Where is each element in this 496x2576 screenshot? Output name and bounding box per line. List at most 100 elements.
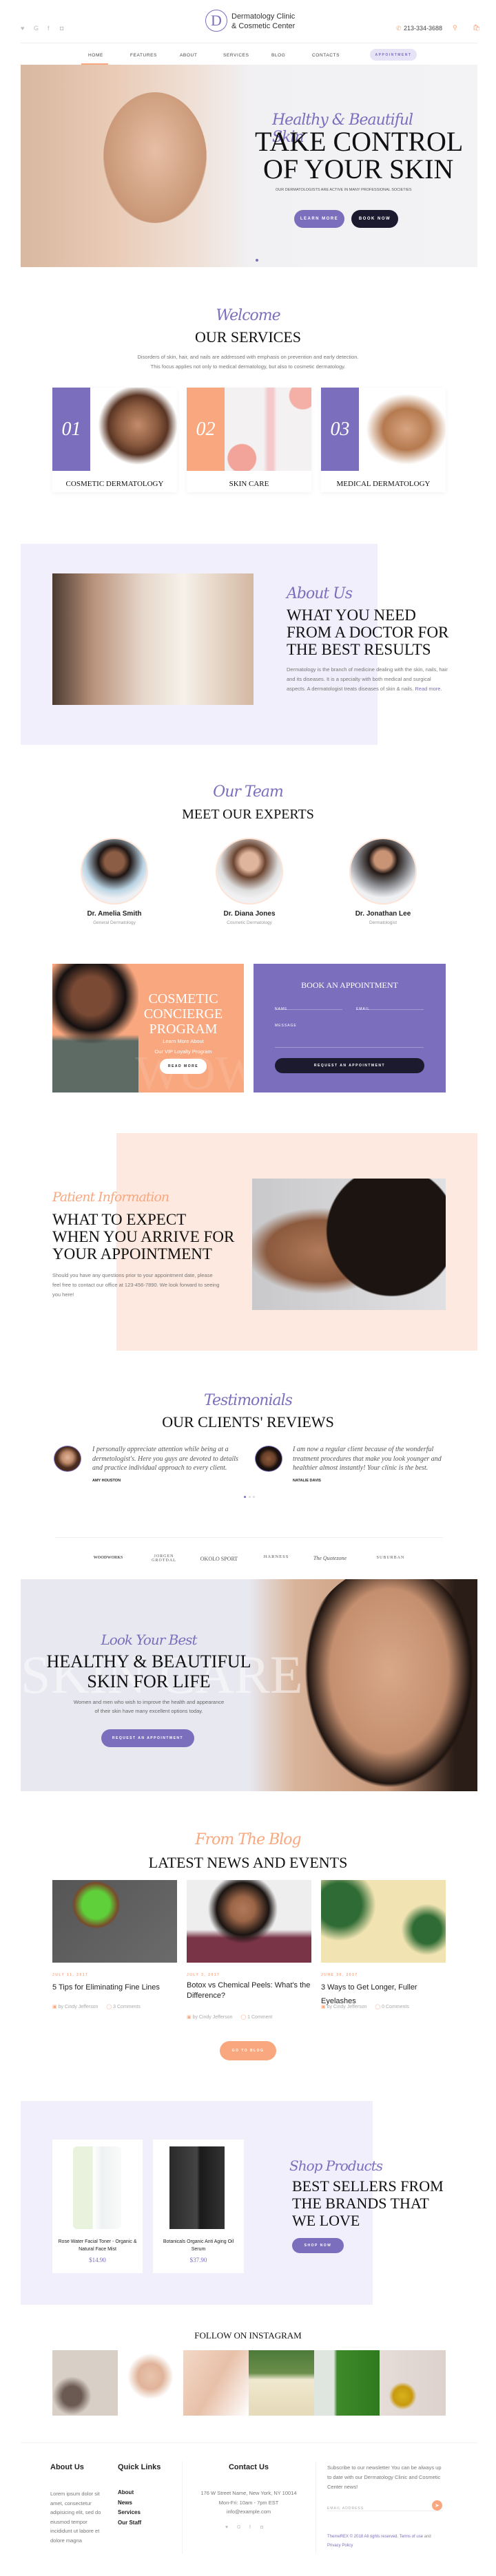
facebook-icon[interactable]: f [249,2525,251,2530]
service-image-medical [359,388,446,471]
team-script: Our Team [213,783,284,801]
blog-image[interactable] [52,1880,177,1963]
slider-dot[interactable] [256,259,258,262]
service-title: MEDICAL DERMATOLOGY [336,480,431,488]
product-card[interactable]: Rose Water Facial Toner - Organic & Natu… [52,2140,143,2273]
post-title[interactable]: Botox vs Chemical Peels: What's the Diff… [187,1981,311,2001]
services-desc-1: Disorders of skin, hair, and nails are a… [137,354,359,360]
brand-logo[interactable]: HARNESS [252,1554,300,1559]
post-meta: ▣ by Cindy Jefferson ◯ 3 Comments [52,2003,141,2012]
nav-home[interactable]: HOME [88,53,103,58]
post-author[interactable]: by Cindy Jefferson [59,2005,99,2009]
service-number: 01 [52,388,90,471]
instagram-photo[interactable] [314,2350,380,2416]
facebook-icon[interactable]: f [48,25,50,32]
message-field[interactable]: MESSAGE [275,1017,424,1048]
banner-title-2: SKIN FOR LIFE [87,1671,211,1691]
product-card[interactable]: Botanicals Organic Anti Aging Oil Serum … [153,2140,244,2273]
promo-title-1: COSMETIC [148,991,218,1006]
google-icon[interactable]: G [34,25,39,32]
post-comments[interactable]: 1 Comment [247,2015,272,2020]
instagram-photo[interactable] [118,2350,183,2416]
testimonial-dot-active[interactable] [244,1496,246,1498]
cart-icon[interactable]: 🛍 [473,24,480,32]
instagram-icon[interactable]: ◘ [260,2525,263,2530]
member-role: Cosmetic Dermatology [227,920,272,925]
phone-icon: ✆ [396,25,402,32]
post-author[interactable]: by Cindy Jefferson [193,2015,233,2020]
instagram-photo[interactable] [249,2350,314,2416]
footer-link-staff[interactable]: Our Staff [118,2518,141,2529]
newsletter-email-input[interactable]: EMAIL ADDRESS [327,2500,443,2511]
brand-logo[interactable]: WOODWORKS [81,1556,136,1560]
footer-links: About News Services Our Staff [118,2488,141,2528]
twitter-icon[interactable]: ♥ [225,2525,228,2530]
blog-image[interactable] [321,1880,446,1963]
learn-more-button[interactable]: LEARN MORE [294,210,344,228]
nav-services[interactable]: SERVICES [223,53,249,58]
twitter-icon[interactable]: ♥ [21,25,24,32]
member-name: Dr. Amelia Smith [87,910,142,918]
appointment-button[interactable]: APPOINTMENT [370,49,417,61]
search-icon[interactable]: ⚲ [453,24,457,32]
privacy-link[interactable]: Privacy Policy [327,2542,444,2551]
hero-subtitle: OUR DERMATOLOGISTS ARE ACTIVE IN MANY PR… [276,188,412,192]
phone-number[interactable]: 213-334-3688 [404,25,442,32]
google-icon[interactable]: G [237,2525,240,2530]
reviewer-name: NATALIE DAVIS [293,1479,321,1483]
banner-request-button[interactable]: REQUEST AN APPOINTMENT [101,1729,194,1747]
book-now-button[interactable]: BOOK NOW [351,210,398,228]
nav-features[interactable]: FEATURES [130,53,157,58]
brand-logo[interactable]: JORGEN GROTDAL [143,1554,185,1563]
comment-icon: ◯ [240,2015,248,2020]
service-card[interactable]: 03 MEDICAL DERMATOLOGY [321,388,446,492]
instagram-icon[interactable]: ◘ [60,25,63,32]
about-title-1: WHAT YOU NEED [287,606,416,624]
shop-title-3: WE LOVE [292,2212,360,2229]
footer-link-services[interactable]: Services [118,2508,141,2518]
author-icon: ▣ [321,2005,327,2009]
brand-logo[interactable]: OKOLO SPORT [192,1556,247,1562]
instagram-photo[interactable] [52,2350,118,2416]
read-more-link[interactable]: Read more. [415,686,442,692]
hero-title-line2: OF YOUR SKIN [263,154,454,184]
email-placeholder: EMAIL ADDRESS [327,2506,364,2511]
post-comments[interactable]: 3 Comments [113,2005,141,2009]
send-icon: ➤ [435,2502,440,2509]
request-appointment-button[interactable]: REQUEST AN APPOINTMENT [275,1058,424,1073]
go-to-blog-button[interactable]: GO TO BLOG [220,2041,276,2060]
about-title-3: THE BEST RESULTS [287,641,431,658]
service-card[interactable]: 01 COSMETIC DERMATOLOGY [52,388,177,492]
post-comments[interactable]: 0 Comments [382,2005,409,2009]
read-more-button[interactable]: READ MORE [160,1059,207,1074]
nav-about[interactable]: ABOUT [180,53,197,58]
shop-now-button[interactable]: SHOP NOW [292,2238,344,2253]
services-title: OUR SERVICES [194,328,302,346]
about-title-2: FROM A DOCTOR FOR [287,624,449,641]
promo-sub-2: Our VIP Loyalty Program [154,1048,212,1055]
post-title[interactable]: 5 Tips for Eliminating Fine Lines [52,1981,177,1994]
post-author[interactable]: by Cindy Jefferson [327,2005,367,2009]
nav-contacts[interactable]: CONTACTS [312,53,340,58]
name-field[interactable]: NAME [275,1001,342,1011]
brand-logo[interactable]: The Quotezone [306,1555,354,1561]
testimonials-title: OUR CLIENTS' REVIEWS [162,1413,334,1430]
logo[interactable]: D Dermatology Clinic & Cosmetic Center [204,10,300,34]
instagram-photo[interactable] [183,2350,249,2416]
testimonial-dot[interactable] [249,1496,251,1498]
brand-logo[interactable]: SUBURBAN [366,1556,415,1560]
instagram-photo[interactable] [380,2350,446,2416]
email-field[interactable]: EMAIL [356,1001,424,1011]
service-card[interactable]: 02 SKIN CARE [187,388,311,492]
nav-blog[interactable]: BLOG [271,53,285,58]
avatar [81,838,148,905]
testimonial-dot[interactable] [253,1496,255,1498]
newsletter-send-button[interactable]: ➤ [432,2500,442,2511]
footer-link-news[interactable]: News [118,2498,141,2509]
footer-link-about[interactable]: About [118,2488,141,2498]
banner-text-2: of their skin have many excellent option… [94,1708,203,1714]
testimonial-quote: I personally appreciate attention while … [92,1446,238,1472]
terms-link[interactable]: Terms of use [400,2535,423,2539]
blog-image[interactable] [187,1880,311,1963]
footer-email[interactable]: info@example.com [182,2507,316,2517]
